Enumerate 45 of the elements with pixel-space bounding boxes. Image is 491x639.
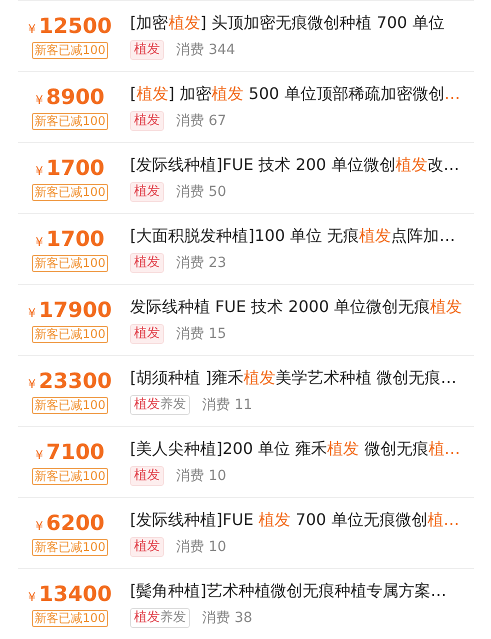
price: ¥17900: [28, 297, 112, 324]
sales-count: 消费 15: [176, 325, 226, 343]
sales-count: 消费 11: [202, 396, 252, 414]
sales-count: 消费 67: [176, 112, 226, 130]
price: ¥12500: [28, 13, 112, 40]
discount-badge: 新客已减100: [32, 255, 108, 272]
discount-badge: 新客已减100: [32, 113, 108, 130]
category-tag: 植发: [130, 253, 164, 273]
price: ¥7100: [35, 439, 105, 466]
sales-count: 消费 10: [176, 538, 226, 556]
category-tag: 植发: [130, 537, 164, 557]
category-tag: 植发: [130, 324, 164, 344]
price: ¥23300: [28, 368, 112, 395]
discount-badge: 新客已减100: [32, 397, 108, 414]
product-title[interactable]: [植发] 加密植发 500 单位顶部稀疏加密微创…: [130, 83, 460, 105]
category-tag: 植发养发: [130, 608, 190, 628]
sales-count: 消费 23: [176, 254, 226, 272]
product-title[interactable]: 发际线种植 FUE 技术 2000 单位微创无痕植发: [130, 296, 462, 318]
discount-badge: 新客已减100: [32, 42, 108, 59]
product-title[interactable]: [大面积脱发种植]100 单位 无痕植发点阵加…: [130, 225, 456, 247]
product-title[interactable]: [发际线种植]FUE 技术 200 单位微创植发改…: [130, 154, 460, 176]
price: ¥13400: [28, 581, 112, 608]
sales-count: 消费 344: [176, 41, 236, 59]
category-tag: 植发: [130, 111, 164, 131]
category-tag: 植发养发: [130, 395, 190, 415]
discount-badge: 新客已减100: [32, 468, 108, 485]
price: ¥1700: [35, 226, 105, 253]
product-title[interactable]: [胡须种植 ]雍禾植发美学艺术种植 微创无痕…: [130, 367, 457, 389]
category-tag: 植发: [130, 40, 164, 60]
sales-count: 消费 10: [176, 467, 226, 485]
category-tag: 植发: [130, 182, 164, 202]
sales-count: 消费 38: [202, 609, 252, 627]
product-title[interactable]: [发际线种植]FUE 植发 700 单位无痕微创植…: [130, 509, 460, 531]
product-title[interactable]: [美人尖种植]200 单位 雍禾植发 微创无痕植…: [130, 438, 460, 460]
product-title[interactable]: [鬓角种植]艺术种植微创无痕种植专属方案…: [130, 580, 446, 602]
price: ¥1700: [35, 155, 105, 182]
sales-count: 消费 50: [176, 183, 226, 201]
product-title[interactable]: [加密植发] 头顶加密无痕微创种植 700 单位: [130, 12, 444, 34]
discount-badge: 新客已减100: [32, 184, 108, 201]
price: ¥8900: [35, 84, 105, 111]
discount-badge: 新客已减100: [32, 326, 108, 343]
category-tag: 植发: [130, 466, 164, 486]
price: ¥6200: [35, 510, 105, 537]
discount-badge: 新客已减100: [32, 539, 108, 556]
discount-badge: 新客已减100: [32, 610, 108, 627]
